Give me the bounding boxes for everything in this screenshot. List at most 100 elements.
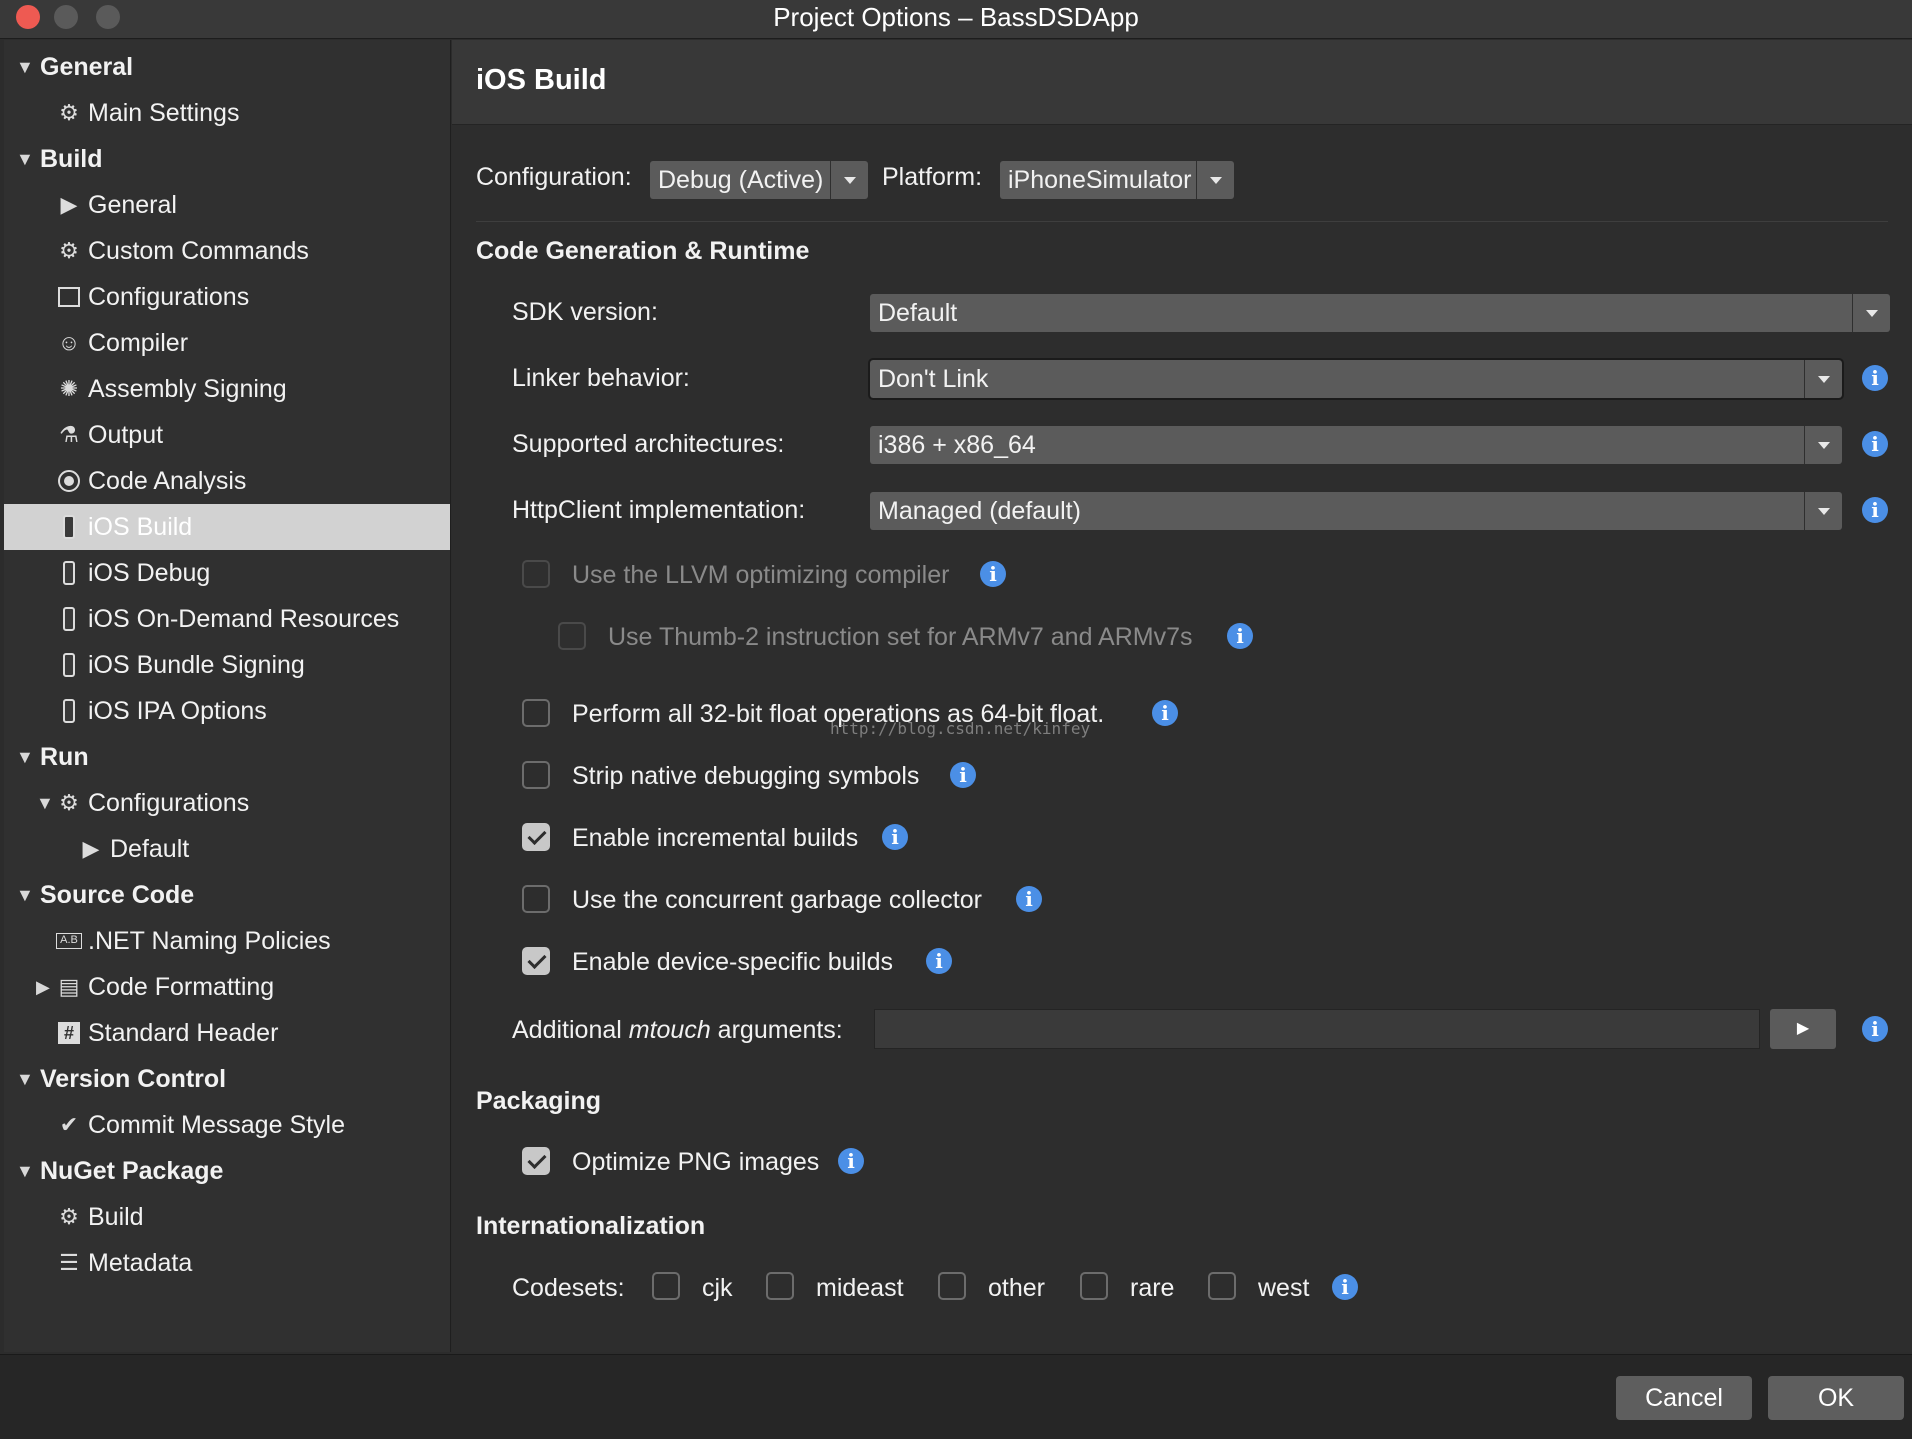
sidebar-item[interactable]: Code Analysis	[4, 458, 450, 504]
info-icon[interactable]: i	[1862, 497, 1888, 523]
disclosure-expanded-icon[interactable]: ▼	[16, 1148, 36, 1194]
disclosure-expanded-icon[interactable]: ▼	[16, 136, 36, 182]
divider	[476, 221, 1888, 222]
sidebar-item-label: Code Analysis	[88, 467, 247, 495]
sidebar-item-label: Output	[88, 421, 164, 449]
mtouch-menu-button[interactable]: ▶	[1770, 1009, 1836, 1049]
ok-button[interactable]: OK	[1768, 1376, 1904, 1420]
info-icon[interactable]: i	[950, 762, 976, 788]
info-icon[interactable]: i	[1227, 623, 1253, 649]
page-title: iOS Build	[476, 64, 607, 96]
info-icon[interactable]: i	[1152, 700, 1178, 726]
gear-icon: ⚙	[59, 100, 79, 125]
sidebar-item[interactable]: A.B .NET Naming Policies	[4, 918, 450, 964]
info-icon[interactable]: i	[1332, 1274, 1358, 1300]
sidebar-item[interactable]: ▼ Build	[4, 136, 450, 182]
disclosure-expanded-icon[interactable]: ▼	[16, 1056, 36, 1102]
disclosure-expanded-icon[interactable]: ▼	[16, 872, 36, 918]
platform-dropdown[interactable]: iPhoneSimulator	[1000, 161, 1234, 199]
chevron-down-icon	[1804, 492, 1842, 530]
codeset-rare-checkbox[interactable]	[1080, 1272, 1108, 1300]
codeset-cjk-label: cjk	[702, 1274, 733, 1302]
strip-symbols-label: Strip native debugging symbols	[572, 762, 920, 790]
disclosure-collapsed-icon[interactable]: ▶	[36, 964, 56, 1010]
sidebar-item[interactable]: ⚙ Build	[4, 1194, 450, 1240]
linker-behavior-dropdown[interactable]: Don't Link	[868, 358, 1844, 400]
device-specific-builds-checkbox[interactable]	[522, 947, 550, 975]
disclosure-expanded-icon[interactable]: ▼	[16, 44, 36, 90]
codeset-other-label: other	[988, 1274, 1045, 1302]
concurrent-gc-checkbox[interactable]	[522, 885, 550, 913]
sidebar-item[interactable]: ✺ Assembly Signing	[4, 366, 450, 412]
supported-architectures-dropdown[interactable]: i386 + x86_64	[870, 426, 1842, 464]
sidebar-item-label: Compiler	[88, 329, 189, 357]
sidebar-item[interactable]: ▼ Version Control	[4, 1056, 450, 1102]
sidebar-item[interactable]: ▶ Default	[4, 826, 450, 872]
sidebar-item[interactable]: iOS Build	[4, 504, 450, 550]
sidebar-item-label: Metadata	[88, 1249, 193, 1277]
sidebar-item[interactable]: ▼ General	[4, 44, 450, 90]
sidebar-item[interactable]: ▼ NuGet Package	[4, 1148, 450, 1194]
llvm-checkbox[interactable]	[522, 560, 550, 588]
section-internationalization: Internationalization	[476, 1212, 706, 1240]
sidebar-item[interactable]: # Standard Header	[4, 1010, 450, 1056]
codeset-west-checkbox[interactable]	[1208, 1272, 1236, 1300]
sidebar-item-label: Code Formatting	[88, 973, 275, 1001]
sidebar-item[interactable]: ▼ Run	[4, 734, 450, 780]
info-icon[interactable]: i	[882, 824, 908, 850]
section-packaging: Packaging	[476, 1087, 602, 1115]
codeset-other-checkbox[interactable]	[938, 1272, 966, 1300]
configuration-dropdown[interactable]: Debug (Active)	[650, 161, 868, 199]
sidebar-item[interactable]: ☺ Compiler	[4, 320, 450, 366]
codeset-cjk-checkbox[interactable]	[652, 1272, 680, 1300]
disclosure-expanded-icon[interactable]: ▼	[36, 780, 56, 826]
cancel-button[interactable]: Cancel	[1616, 1376, 1752, 1420]
sidebar-item-label: Configurations	[88, 789, 250, 817]
info-icon[interactable]: i	[838, 1148, 864, 1174]
info-icon[interactable]: i	[980, 561, 1006, 587]
sidebar-item[interactable]: iOS On-Demand Resources	[4, 596, 450, 642]
sidebar-item[interactable]: ▼ Source Code	[4, 872, 450, 918]
sidebar-item[interactable]: ▼ ⚙ Configurations	[4, 780, 450, 826]
codeset-mideast-checkbox[interactable]	[766, 1272, 794, 1300]
float64-checkbox[interactable]	[522, 699, 550, 727]
check-circle-icon: ✔	[59, 1112, 79, 1137]
sidebar-item-label: Default	[110, 835, 190, 863]
sidebar-item[interactable]: ⚙ Custom Commands	[4, 228, 450, 274]
sidebar-item[interactable]: Configurations	[4, 274, 450, 320]
optimize-png-label: Optimize PNG images	[572, 1148, 820, 1176]
info-icon[interactable]: i	[1862, 431, 1888, 457]
httpclient-dropdown[interactable]: Managed (default)	[870, 492, 1842, 530]
sidebar-item[interactable]: iOS Debug	[4, 550, 450, 596]
codeset-rare-label: rare	[1130, 1274, 1175, 1302]
naming-icon: A.B	[56, 929, 82, 953]
disclosure-expanded-icon[interactable]: ▼	[16, 734, 36, 780]
mtouch-label-prefix: Additional	[512, 1016, 629, 1044]
sidebar-item[interactable]: ⚙ Main Settings	[4, 90, 450, 136]
optimize-png-checkbox[interactable]	[522, 1147, 550, 1175]
mtouch-arguments-input[interactable]	[874, 1009, 1760, 1049]
sidebar-item-label: iOS Bundle Signing	[88, 651, 305, 679]
sidebar-item[interactable]: ☰ Metadata	[4, 1240, 450, 1286]
sidebar-item[interactable]: ▶ General	[4, 182, 450, 228]
sidebar-item[interactable]: ▶ ▤ Code Formatting	[4, 964, 450, 1010]
window-title: Project Options – BassDSDApp	[773, 2, 1139, 32]
codeset-west-label: west	[1258, 1274, 1310, 1302]
box-icon	[56, 285, 82, 309]
sidebar-item-label: Standard Header	[88, 1019, 279, 1047]
sidebar-item[interactable]: iOS Bundle Signing	[4, 642, 450, 688]
sidebar-item-label: Commit Message Style	[88, 1111, 346, 1139]
info-icon[interactable]: i	[1862, 1016, 1888, 1042]
info-icon[interactable]: i	[1016, 886, 1042, 912]
sdk-version-dropdown[interactable]: Default	[870, 294, 1890, 332]
document-icon: ▤	[58, 974, 80, 999]
info-icon[interactable]: i	[1862, 365, 1888, 391]
info-icon[interactable]: i	[926, 948, 952, 974]
thumb2-checkbox[interactable]	[558, 622, 586, 650]
sidebar-item[interactable]: ✔ Commit Message Style	[4, 1102, 450, 1148]
incremental-builds-checkbox[interactable]	[522, 823, 550, 851]
strip-symbols-checkbox[interactable]	[522, 761, 550, 789]
sidebar-item[interactable]: ⚗ Output	[4, 412, 450, 458]
sidebar-item[interactable]: iOS IPA Options	[4, 688, 450, 734]
sidebar-item-label: NuGet Package	[40, 1157, 224, 1185]
